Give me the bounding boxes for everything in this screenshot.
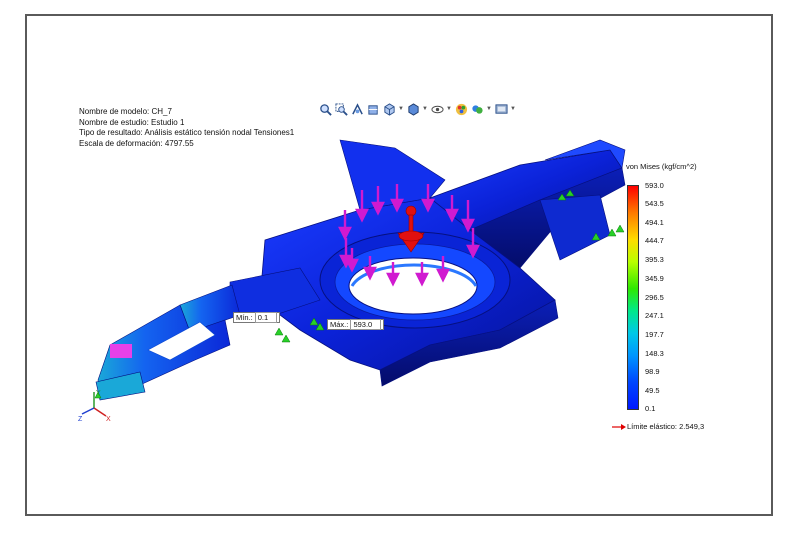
legend-label: 296.5 (645, 293, 664, 302)
model-viewport[interactable] (0, 0, 800, 546)
legend-label: 444.7 (645, 236, 664, 245)
previous-view-icon[interactable] (350, 102, 364, 116)
study-name: Nombre de estudio: Estudio 1 (79, 117, 185, 127)
chevron-down-icon[interactable]: ▼ (422, 106, 428, 112)
heads-up-view-toolbar: ▼ ▼ ▼ ▼ ▼ (318, 101, 516, 117)
legend-label: 345.9 (645, 274, 664, 283)
chevron-down-icon[interactable]: ▼ (510, 106, 516, 112)
left-load-arrows (110, 344, 132, 358)
min-label: Mín.: (236, 313, 253, 322)
edit-appearance-icon[interactable] (454, 102, 468, 116)
deformation-scale: Escala de deformación: 4797.55 (79, 138, 194, 148)
min-value: 0.1 (254, 312, 278, 323)
legend-label: 49.5 (645, 386, 660, 395)
legend-label: 247.1 (645, 311, 664, 320)
legend-label: 543.5 (645, 199, 664, 208)
study-info: Nombre de modelo: CH_7 Nombre de estudio… (79, 107, 294, 149)
yield-strength-label: Límite elástico: 2.549,3 (627, 422, 705, 431)
max-marker: Máx.: 593.0 (327, 319, 385, 330)
legend-label: 148.3 (645, 349, 664, 358)
y-axis-label: Y (96, 390, 101, 397)
legend-label: 0.1 (645, 404, 656, 413)
axis-triad: X Y Z (78, 390, 111, 422)
chevron-down-icon[interactable]: ▼ (446, 106, 452, 112)
zoom-to-fit-icon[interactable] (318, 102, 332, 116)
legend-label: 593.0 (645, 181, 664, 190)
chevron-down-icon[interactable]: ▼ (486, 106, 492, 112)
display-style-icon[interactable] (406, 102, 420, 116)
min-marker: Mín.: 0.1 (233, 312, 281, 323)
legend-color-bar (627, 185, 639, 410)
model-name: Nombre de modelo: CH_7 (79, 107, 172, 116)
result-type: Tipo de resultado: Análisis estático ten… (79, 128, 295, 137)
legend-label: 98.9 (645, 367, 660, 376)
legend-title: von Mises (kgf/cm^2) (626, 162, 697, 171)
section-view-icon[interactable] (366, 102, 380, 116)
frame-left-arm (95, 267, 321, 401)
max-label: Máx.: (330, 320, 349, 329)
zoom-to-area-icon[interactable] (334, 102, 348, 116)
z-axis-icon (81, 407, 95, 415)
legend-label: 395.3 (645, 255, 664, 264)
apply-scene-icon[interactable] (470, 102, 484, 116)
view-orientation-icon[interactable] (382, 102, 396, 116)
legend-label: 197.7 (645, 330, 664, 339)
legend-label: 494.1 (645, 218, 664, 227)
chevron-down-icon[interactable]: ▼ (398, 106, 404, 112)
yield-strength: Límite elástico: 2.549,3 (612, 422, 704, 431)
x-axis-icon (93, 407, 107, 417)
view-settings-icon[interactable] (494, 102, 508, 116)
x-axis-label: X (106, 416, 111, 422)
hide-show-items-icon[interactable] (430, 102, 444, 116)
z-axis-label: Z (78, 416, 83, 422)
arrow-right-icon (612, 423, 626, 430)
max-value: 593.0 (350, 319, 382, 330)
